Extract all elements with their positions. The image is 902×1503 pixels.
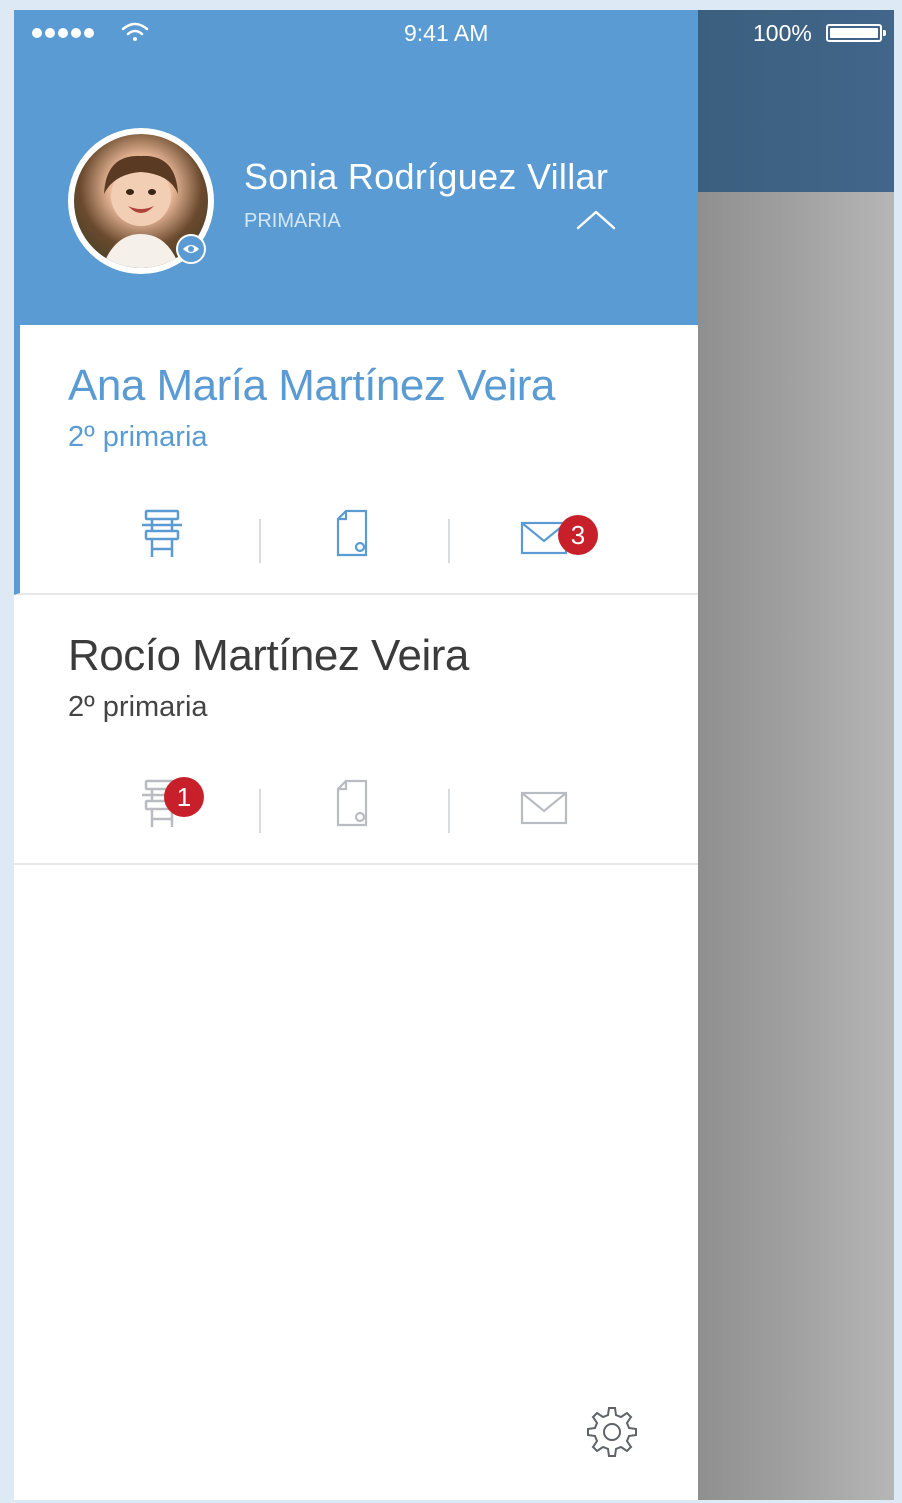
divider bbox=[448, 789, 450, 833]
battery-icon bbox=[826, 24, 886, 42]
eye-icon[interactable] bbox=[176, 234, 206, 264]
avatar[interactable] bbox=[68, 128, 214, 274]
user-name: Sonia Rodríguez Villar bbox=[244, 156, 609, 197]
child-grade: 2º primaria bbox=[68, 421, 208, 453]
gear-icon[interactable] bbox=[581, 1402, 643, 1464]
user-level: PRIMARIA bbox=[244, 210, 341, 232]
child-grade: 2º primaria bbox=[68, 691, 208, 723]
child-name: Rocío Martínez Veira bbox=[68, 631, 469, 680]
mail-icon[interactable] bbox=[514, 773, 574, 833]
child-card[interactable]: Ana María Martínez Veira 2º primaria 3 bbox=[14, 325, 698, 595]
school-chair-icon[interactable] bbox=[132, 503, 192, 563]
divider bbox=[448, 519, 450, 563]
battery-percentage: 100% bbox=[753, 20, 812, 46]
child-name: Ana María Martínez Veira bbox=[68, 361, 555, 410]
drawer-header: Sonia Rodríguez Villar PRIMARIA bbox=[14, 10, 698, 325]
divider bbox=[259, 519, 261, 563]
wifi-icon bbox=[120, 20, 150, 44]
document-icon[interactable] bbox=[324, 503, 384, 563]
navigation-drawer: Sonia Rodríguez Villar PRIMARIA Ana Marí… bbox=[14, 10, 698, 1500]
attendance-badge: 1 bbox=[164, 777, 204, 817]
chevron-up-icon[interactable] bbox=[574, 206, 618, 232]
app-screen: Sonia Rodríguez Villar PRIMARIA Ana Marí… bbox=[14, 10, 894, 1500]
document-icon[interactable] bbox=[324, 773, 384, 833]
divider bbox=[259, 789, 261, 833]
status-time: 9:41 AM bbox=[404, 20, 489, 46]
child-card[interactable]: Rocío Martínez Veira 2º primaria 1 bbox=[14, 595, 698, 865]
signal-strength-icon bbox=[32, 28, 94, 38]
dimmed-content-overlay[interactable] bbox=[698, 10, 894, 1500]
unread-messages-badge: 3 bbox=[558, 515, 598, 555]
status-bar: 9:41 AM 100% bbox=[14, 10, 894, 56]
